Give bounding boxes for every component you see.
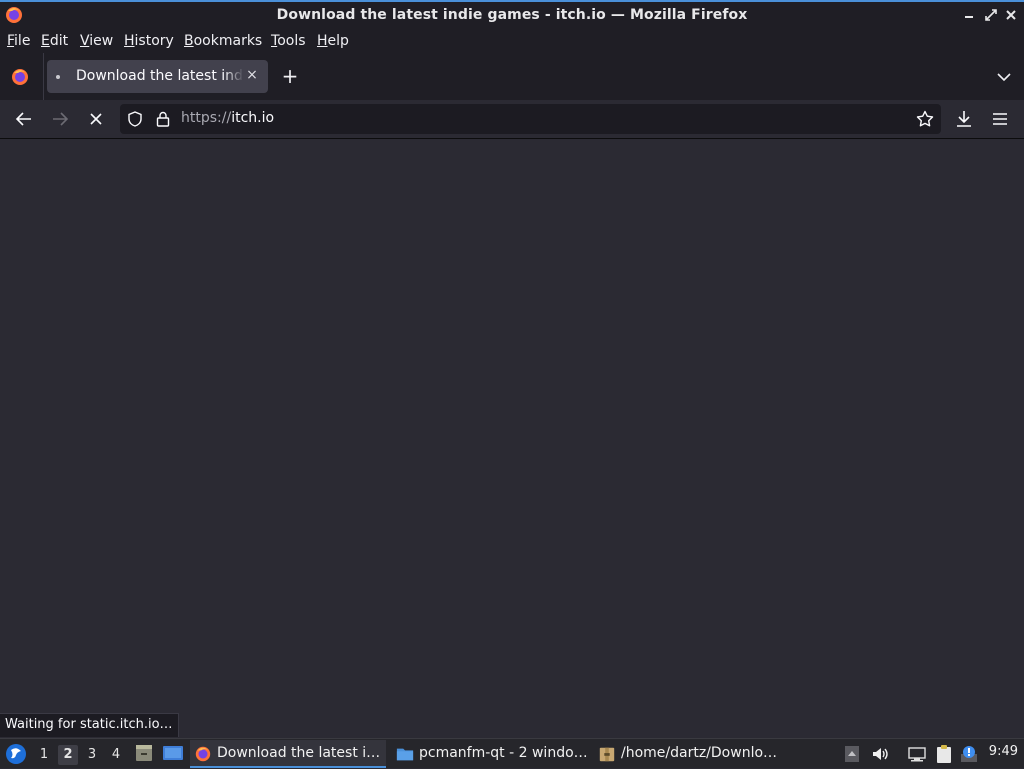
clipboard-icon [937,745,951,763]
shield-icon[interactable] [126,110,144,128]
notification-button[interactable] [959,744,979,764]
list-all-tabs-button[interactable] [994,67,1014,87]
clipboard-button[interactable] [934,744,954,764]
lock-icon[interactable] [154,110,172,128]
url-host: itch.io [231,110,275,126]
status-panel: Waiting for static.itch.io… [0,713,179,737]
network-icon [908,747,926,762]
caret-up-icon [845,746,859,762]
app-menu-button[interactable] [988,107,1012,131]
menu-file[interactable]: File [7,33,30,49]
menu-bookmarks-accel: B [184,33,194,49]
desktop-icon [163,746,183,760]
new-tab-button[interactable]: + [280,65,300,87]
navigation-toolbar: https://itch.io [0,100,1024,139]
menu-history-accel: H [124,33,135,49]
menu-edit[interactable]: Edit [41,33,68,49]
firefox-view-button[interactable] [10,67,30,87]
menu-view[interactable]: View [80,33,113,49]
task-firefox[interactable]: Download the latest i… [190,740,386,768]
close-window-button[interactable] [1003,7,1019,23]
clock[interactable]: 9:49 [989,744,1018,759]
menu-edit-accel: E [41,33,50,49]
task-label: Download the latest i… [217,745,381,761]
stop-button[interactable] [84,107,108,131]
taskbar: 1 2 3 4 Download the latest i… pcmanfm-q… [0,738,1024,768]
close-icon [1006,10,1016,20]
minimize-icon [965,16,973,18]
workspace-1[interactable]: 1 [34,745,54,765]
menu-help[interactable]: Help [317,33,349,49]
menu-bookmarks[interactable]: Bookmarks [184,33,262,49]
tab-active[interactable]: Download the latest indie games - itch.i… [47,60,268,93]
menu-file-accel: F [7,33,15,49]
menu-bar: File Edit View History Bookmarks Tools H… [0,29,1024,53]
back-button[interactable] [12,107,36,131]
hamburger-menu-icon [993,113,1007,125]
restore-icon [985,9,997,21]
page-content[interactable] [0,140,1024,740]
file-cabinet-icon [136,745,152,761]
task-archive[interactable]: /home/dartz/Downlo… [594,740,790,768]
tray-scroll-button[interactable] [842,744,862,764]
window-title: Download the latest indie games - itch.i… [276,7,748,23]
menu-bookmarks-label: ookmarks [193,33,263,49]
tab-close-button[interactable]: × [244,67,260,83]
task-label: pcmanfm-qt - 2 windo… [419,745,588,761]
speaker-icon [873,748,888,760]
volume-button[interactable] [870,744,890,764]
url-bar[interactable]: https://itch.io [120,104,941,134]
network-button[interactable] [907,744,927,764]
info-icon [961,746,977,762]
task-label: /home/dartz/Downlo… [621,745,778,761]
arrow-left-icon [15,112,31,126]
forward-button[interactable] [48,107,72,131]
distro-logo-icon [6,744,26,764]
menu-help-accel: H [317,33,328,49]
task-pcmanfm[interactable]: pcmanfm-qt - 2 windo… [392,740,588,768]
menu-edit-label: dit [49,33,69,49]
minimize-button[interactable] [961,7,977,23]
arrow-right-icon [53,112,69,126]
star-icon[interactable] [915,109,935,129]
url-scheme: https:// [181,110,232,126]
firefox-icon [12,69,28,85]
url-text[interactable]: https://itch.io [181,110,274,126]
menu-tools-label: ools [277,33,306,49]
workspace-2[interactable]: 2 [58,745,78,765]
archive-icon [599,747,615,762]
menu-view-accel: V [80,33,90,49]
menu-history-label: istory [134,33,174,49]
close-icon [90,113,102,125]
download-icon [957,111,971,127]
menu-view-label: iew [89,33,114,49]
start-menu-button[interactable] [5,743,27,765]
restore-button[interactable] [983,7,999,23]
downloads-button[interactable] [952,107,976,131]
firefox-icon [195,746,211,762]
show-desktop-button[interactable] [162,743,184,763]
window-titlebar[interactable]: Download the latest indie games - itch.i… [0,0,1024,29]
menu-help-label: elp [327,33,349,49]
chevron-down-icon [997,73,1011,82]
menu-history[interactable]: History [124,33,174,49]
menu-tools[interactable]: Tools [271,33,306,49]
workspace-3[interactable]: 3 [82,745,102,765]
workspace-4[interactable]: 4 [106,745,126,765]
folder-icon [396,748,414,761]
tab-title: Download the latest indie games - itch.i… [76,68,244,84]
file-manager-launcher[interactable] [134,743,154,763]
tab-separator [43,53,44,100]
tab-loading-icon [56,75,60,79]
tab-strip: Download the latest indie games - itch.i… [0,53,1024,100]
menu-file-label: ile [14,33,31,49]
